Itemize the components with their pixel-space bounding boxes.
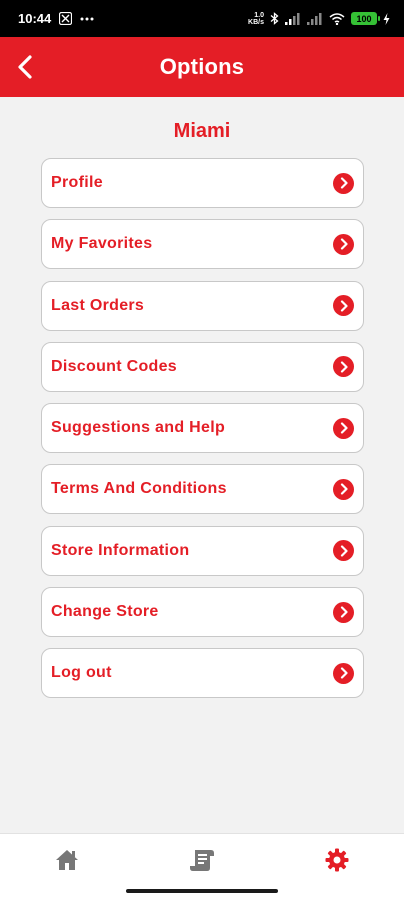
chevron-left-icon	[18, 55, 32, 79]
chevron-right-icon	[333, 601, 354, 623]
charging-icon	[383, 12, 390, 25]
nav-settings[interactable]	[307, 840, 367, 880]
menu-item-log-out[interactable]: Log out	[41, 648, 364, 699]
signal-icon	[285, 12, 301, 25]
options-menu: Profile My Favorites Last Orders Discoun…	[41, 158, 364, 710]
orders-icon	[189, 849, 214, 871]
battery-icon: 100	[351, 12, 380, 25]
chevron-right-icon	[333, 233, 354, 255]
menu-item-discount-codes[interactable]: Discount Codes	[41, 341, 364, 392]
store-name: Miami	[173, 120, 231, 142]
menu-item-last-orders[interactable]: Last Orders	[41, 280, 364, 331]
menu-item-profile[interactable]: Profile	[41, 158, 364, 208]
menu-item-terms-conditions[interactable]: Terms And Conditions	[41, 464, 364, 515]
wifi-icon	[329, 12, 345, 25]
nav-home[interactable]	[37, 840, 97, 880]
menu-item-change-store[interactable]: Change Store	[41, 587, 364, 638]
chevron-right-icon	[333, 295, 354, 317]
settings-icon	[325, 848, 349, 871]
network-speed: 1.0 KB/s	[248, 12, 264, 26]
menu-item-suggestions-help[interactable]: Suggestions and Help	[41, 403, 364, 454]
status-bar: 10:44 1.0 KB/s 100	[0, 0, 404, 37]
signal-2-icon	[307, 12, 323, 25]
menu-item-label: Log out	[51, 664, 112, 682]
chevron-right-icon	[333, 662, 354, 684]
bluetooth-icon	[270, 12, 279, 25]
network-speed-unit: KB/s	[248, 18, 264, 26]
app-bar: Options	[0, 37, 404, 97]
chevron-right-icon	[333, 478, 354, 500]
more-notifications-icon	[80, 17, 94, 21]
notification-app-icon	[59, 12, 73, 25]
menu-item-store-information[interactable]: Store Information	[41, 525, 364, 576]
bottom-nav	[0, 833, 404, 885]
page-title: Options	[159, 54, 245, 79]
home-icon	[56, 849, 79, 870]
menu-item-my-favorites[interactable]: My Favorites	[41, 219, 364, 270]
status-right: 1.0 KB/s 100	[248, 12, 390, 26]
battery-level: 100	[356, 13, 372, 24]
menu-item-label: Change Store	[51, 603, 159, 621]
chevron-right-icon	[333, 540, 354, 562]
menu-item-label: Discount Codes	[51, 357, 177, 375]
chevron-right-icon	[333, 356, 354, 378]
nav-orders[interactable]	[172, 840, 232, 880]
status-left: 10:44	[18, 11, 94, 26]
clock: 10:44	[18, 11, 52, 26]
chevron-right-icon	[333, 417, 354, 439]
menu-item-label: My Favorites	[51, 235, 153, 253]
gesture-handle[interactable]	[126, 889, 278, 893]
menu-item-label: Last Orders	[51, 296, 145, 314]
menu-item-label: Store Information	[51, 541, 190, 559]
network-speed-value: 1.0	[254, 11, 264, 19]
menu-item-label: Terms And Conditions	[51, 480, 227, 498]
chevron-right-icon	[333, 172, 354, 194]
back-button[interactable]	[10, 52, 40, 82]
menu-item-label: Suggestions and Help	[51, 419, 226, 437]
menu-item-label: Profile	[51, 174, 103, 191]
